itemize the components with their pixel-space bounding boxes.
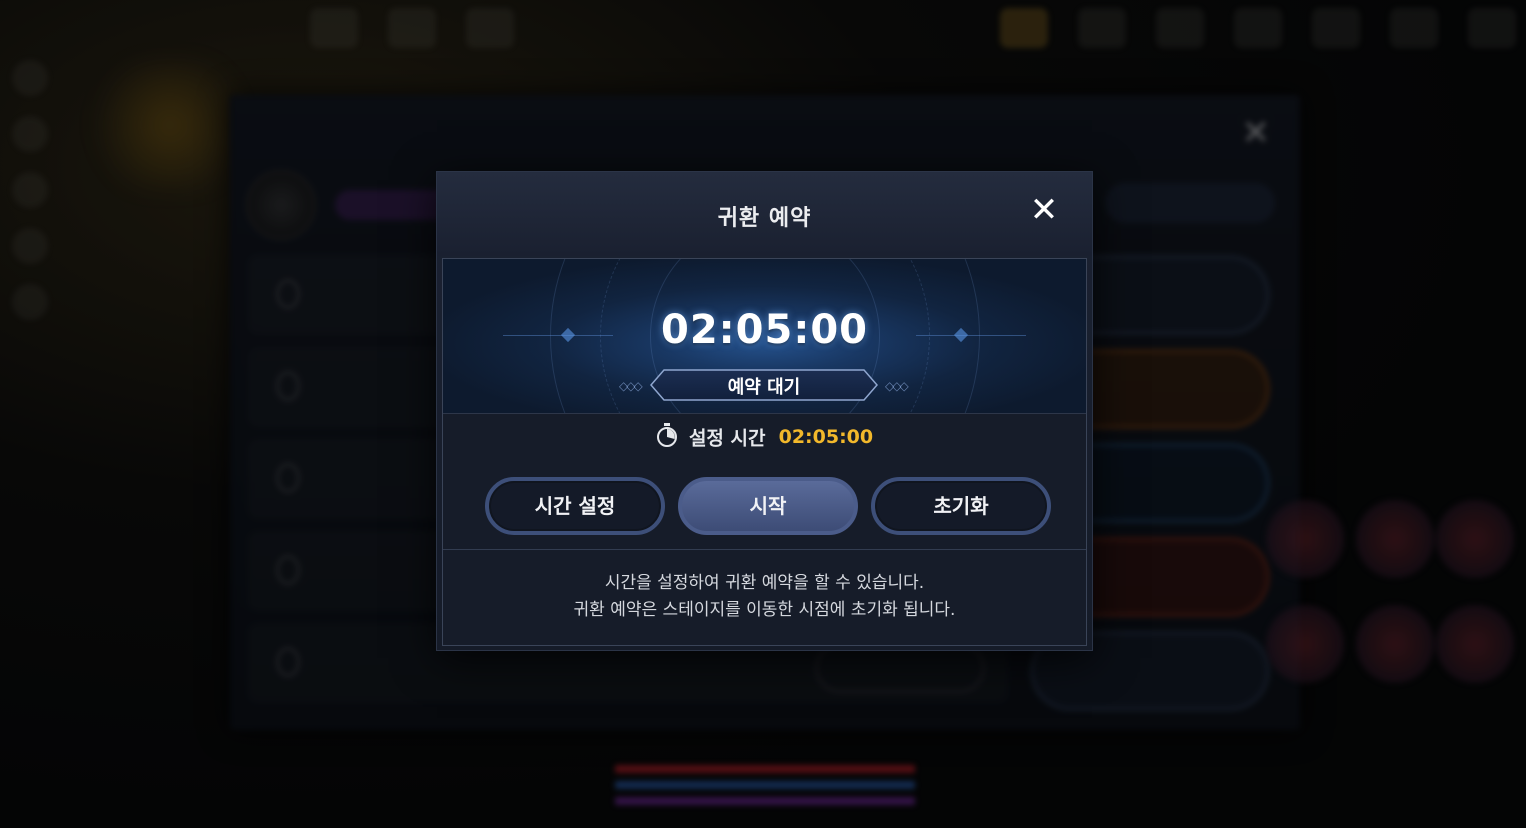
- status-label: 예약 대기: [727, 377, 801, 398]
- description: 시간을 설정하여 귀환 예약을 할 수 있습니다. 귀환 예약은 스테이지를 이…: [443, 570, 1086, 624]
- set-time-row: 설정 시간 02:05:00: [443, 423, 1086, 453]
- divider: [443, 549, 1086, 550]
- set-time-label: 설정 시간: [688, 427, 766, 450]
- close-icon[interactable]: ✕: [1026, 192, 1062, 228]
- description-line-2: 귀환 예약은 스테이지를 이동한 시점에 초기화 됩니다.: [573, 600, 956, 620]
- dialog-body: 02:05:00 ◇◇◇ ◇◇◇ 예약 대기 설정 시간 02:05:00 시간…: [442, 258, 1087, 646]
- banner-right-ornament: ◇◇◇: [885, 379, 909, 393]
- reset-button[interactable]: 초기화: [871, 477, 1051, 535]
- dialog-header: 귀환 예약 ✕: [437, 172, 1092, 256]
- set-time-value: 02:05:00: [778, 426, 874, 448]
- description-line-1: 시간을 설정하여 귀환 예약을 할 수 있습니다.: [604, 573, 925, 593]
- action-buttons: 시간 설정 시작 초기화: [443, 477, 1086, 535]
- return-reservation-dialog: 귀환 예약 ✕ 02:05:00 ◇◇◇ ◇◇◇ 예약 대기 설정 시간 02:…: [437, 172, 1092, 650]
- start-button[interactable]: 시작: [678, 477, 858, 535]
- timer-display: 02:05:00: [661, 307, 868, 353]
- set-time-button[interactable]: 시간 설정: [485, 477, 665, 535]
- stopwatch-icon: [656, 423, 678, 451]
- dialog-title: 귀환 예약: [717, 206, 812, 231]
- timer-panel: 02:05:00 ◇◇◇ ◇◇◇ 예약 대기: [443, 259, 1086, 413]
- divider: [443, 413, 1086, 414]
- status-banner: 예약 대기: [650, 369, 878, 401]
- banner-left-ornament: ◇◇◇: [619, 379, 643, 393]
